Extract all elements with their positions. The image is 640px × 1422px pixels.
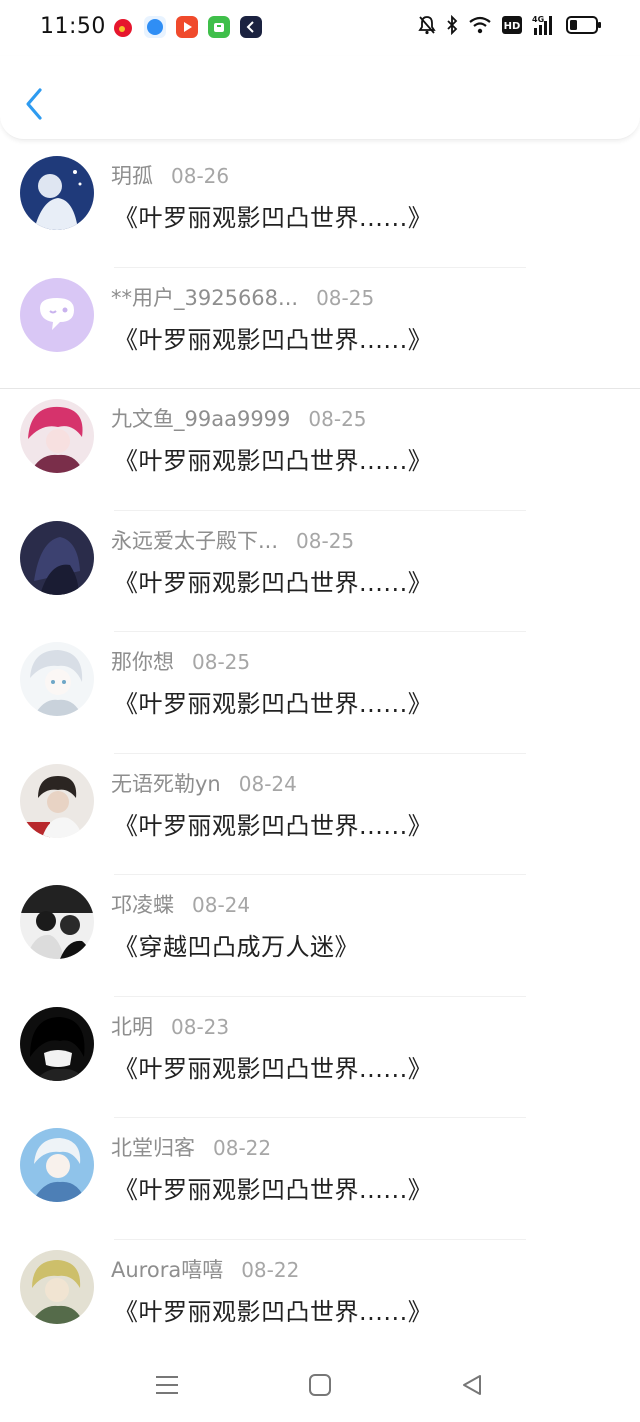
- comment-date: 08-22: [213, 1136, 272, 1160]
- user-name[interactable]: 无语死勒yn: [111, 768, 221, 798]
- list-item[interactable]: 永远爱太子殿下... 08-25 《叶罗丽观影凹凸世界......》: [0, 511, 640, 632]
- avatar[interactable]: [20, 277, 94, 352]
- comment-title[interactable]: 《叶罗丽观影凹凸世界......》: [114, 1292, 432, 1327]
- comment-title[interactable]: 《叶罗丽观影凹凸世界......》: [114, 441, 432, 476]
- comment-title[interactable]: 《叶罗丽观影凹凸世界......》: [114, 1170, 432, 1205]
- comment-title[interactable]: 《叶罗丽观影凹凸世界......》: [114, 198, 432, 233]
- user-name[interactable]: 那你想: [111, 646, 174, 676]
- list-item[interactable]: 那你想 08-25 《叶罗丽观影凹凸世界......》: [0, 632, 640, 754]
- avatar[interactable]: [20, 399, 94, 473]
- battery-icon: [566, 15, 602, 35]
- user-name[interactable]: **用户_3925668...: [111, 282, 298, 312]
- android-app-icon: [208, 16, 230, 38]
- comment-date: 08-24: [192, 893, 251, 917]
- comment-list: 玥孤 08-26 《叶罗丽观影凹凸世界......》 **用户_3925668..…: [0, 146, 640, 1361]
- list-item[interactable]: 九文鱼_99aa9999 08-25 《叶罗丽观影凹凸世界......》: [0, 389, 640, 511]
- comment-title[interactable]: 《叶罗丽观影凹凸世界......》: [114, 684, 432, 719]
- user-name[interactable]: 邛凌蝶: [111, 889, 174, 919]
- back-button[interactable]: [18, 84, 50, 124]
- menu-button[interactable]: [150, 1368, 184, 1402]
- list-item[interactable]: 无语死勒yn 08-24 《叶罗丽观影凹凸世界......》: [0, 754, 640, 875]
- list-item[interactable]: 玥孤 08-26 《叶罗丽观影凹凸世界......》: [0, 146, 640, 268]
- wifi-icon: [468, 15, 492, 35]
- user-name[interactable]: 九文鱼_99aa9999: [111, 403, 290, 433]
- system-icons: HD 4G: [418, 14, 602, 36]
- signal-icon: 4G: [532, 14, 556, 36]
- avatar[interactable]: [20, 156, 94, 230]
- mute-bell-icon: [418, 15, 436, 35]
- back-triangle-icon: [463, 1375, 481, 1395]
- comment-date: 08-24: [238, 771, 297, 796]
- comment-date: 08-26: [171, 164, 230, 188]
- home-button[interactable]: [303, 1368, 337, 1402]
- comment-date: 08-25: [296, 528, 355, 553]
- comment-title[interactable]: 《叶罗丽观影凹凸世界......》: [114, 806, 432, 841]
- back-arrow-icon: [26, 88, 42, 120]
- avatar[interactable]: [20, 885, 94, 959]
- bluetooth-icon: [446, 15, 458, 35]
- user-name[interactable]: 永远爱太子殿下...: [111, 525, 278, 555]
- list-item[interactable]: 邛凌蝶 08-24 《穿越凹凸成万人迷》: [0, 875, 640, 997]
- avatar[interactable]: [20, 1006, 94, 1081]
- list-item[interactable]: 北堂归客 08-22 《叶罗丽观影凹凸世界......》: [0, 1118, 640, 1240]
- video-app-icon: [176, 16, 198, 38]
- hd-icon: HD: [502, 16, 522, 34]
- list-item[interactable]: 北明 08-23 《叶罗丽观影凹凸世界......》: [0, 997, 640, 1118]
- comment-date: 08-25: [316, 285, 375, 310]
- user-name[interactable]: 北堂归客: [111, 1132, 195, 1162]
- avatar[interactable]: [20, 520, 94, 595]
- avatar[interactable]: [20, 1249, 94, 1324]
- status-time: 11:50: [40, 14, 106, 39]
- navy-app-icon: [240, 16, 262, 38]
- home-icon: [309, 1374, 331, 1396]
- comment-date: 08-25: [308, 407, 367, 431]
- avatar[interactable]: [20, 763, 94, 838]
- list-item[interactable]: **用户_3925668... 08-25 《叶罗丽观影凹凸世界......》: [0, 268, 640, 389]
- list-item[interactable]: Aurora嘻嘻 08-22 《叶罗丽观影凹凸世界......》: [0, 1240, 640, 1362]
- comment-title[interactable]: 《叶罗丽观影凹凸世界......》: [114, 320, 432, 355]
- svg-text:HD: HD: [504, 21, 521, 32]
- menu-icon: [156, 1376, 178, 1394]
- comment-date: 08-22: [241, 1257, 300, 1282]
- user-name[interactable]: 玥孤: [111, 160, 153, 190]
- user-name[interactable]: Aurora嘻嘻: [111, 1254, 223, 1284]
- comment-title[interactable]: 《叶罗丽观影凹凸世界......》: [114, 1049, 432, 1084]
- comment-title[interactable]: 《穿越凹凸成万人迷》: [114, 927, 359, 962]
- avatar[interactable]: [20, 642, 94, 716]
- svg-text:4G: 4G: [532, 15, 544, 24]
- user-name[interactable]: 北明: [111, 1011, 153, 1041]
- weibo-app-icon: [112, 16, 134, 38]
- back-nav-button[interactable]: [455, 1368, 489, 1402]
- blue-app-icon: [144, 16, 166, 38]
- status-bar: 11:50 HD 4G: [0, 0, 640, 56]
- avatar[interactable]: [20, 1128, 94, 1202]
- notification-app-icons: [112, 16, 262, 38]
- comment-title[interactable]: 《叶罗丽观影凹凸世界......》: [114, 563, 432, 598]
- system-nav-bar: [0, 1350, 640, 1422]
- comment-date: 08-23: [171, 1014, 230, 1039]
- header: [0, 56, 640, 140]
- comment-date: 08-25: [192, 650, 251, 674]
